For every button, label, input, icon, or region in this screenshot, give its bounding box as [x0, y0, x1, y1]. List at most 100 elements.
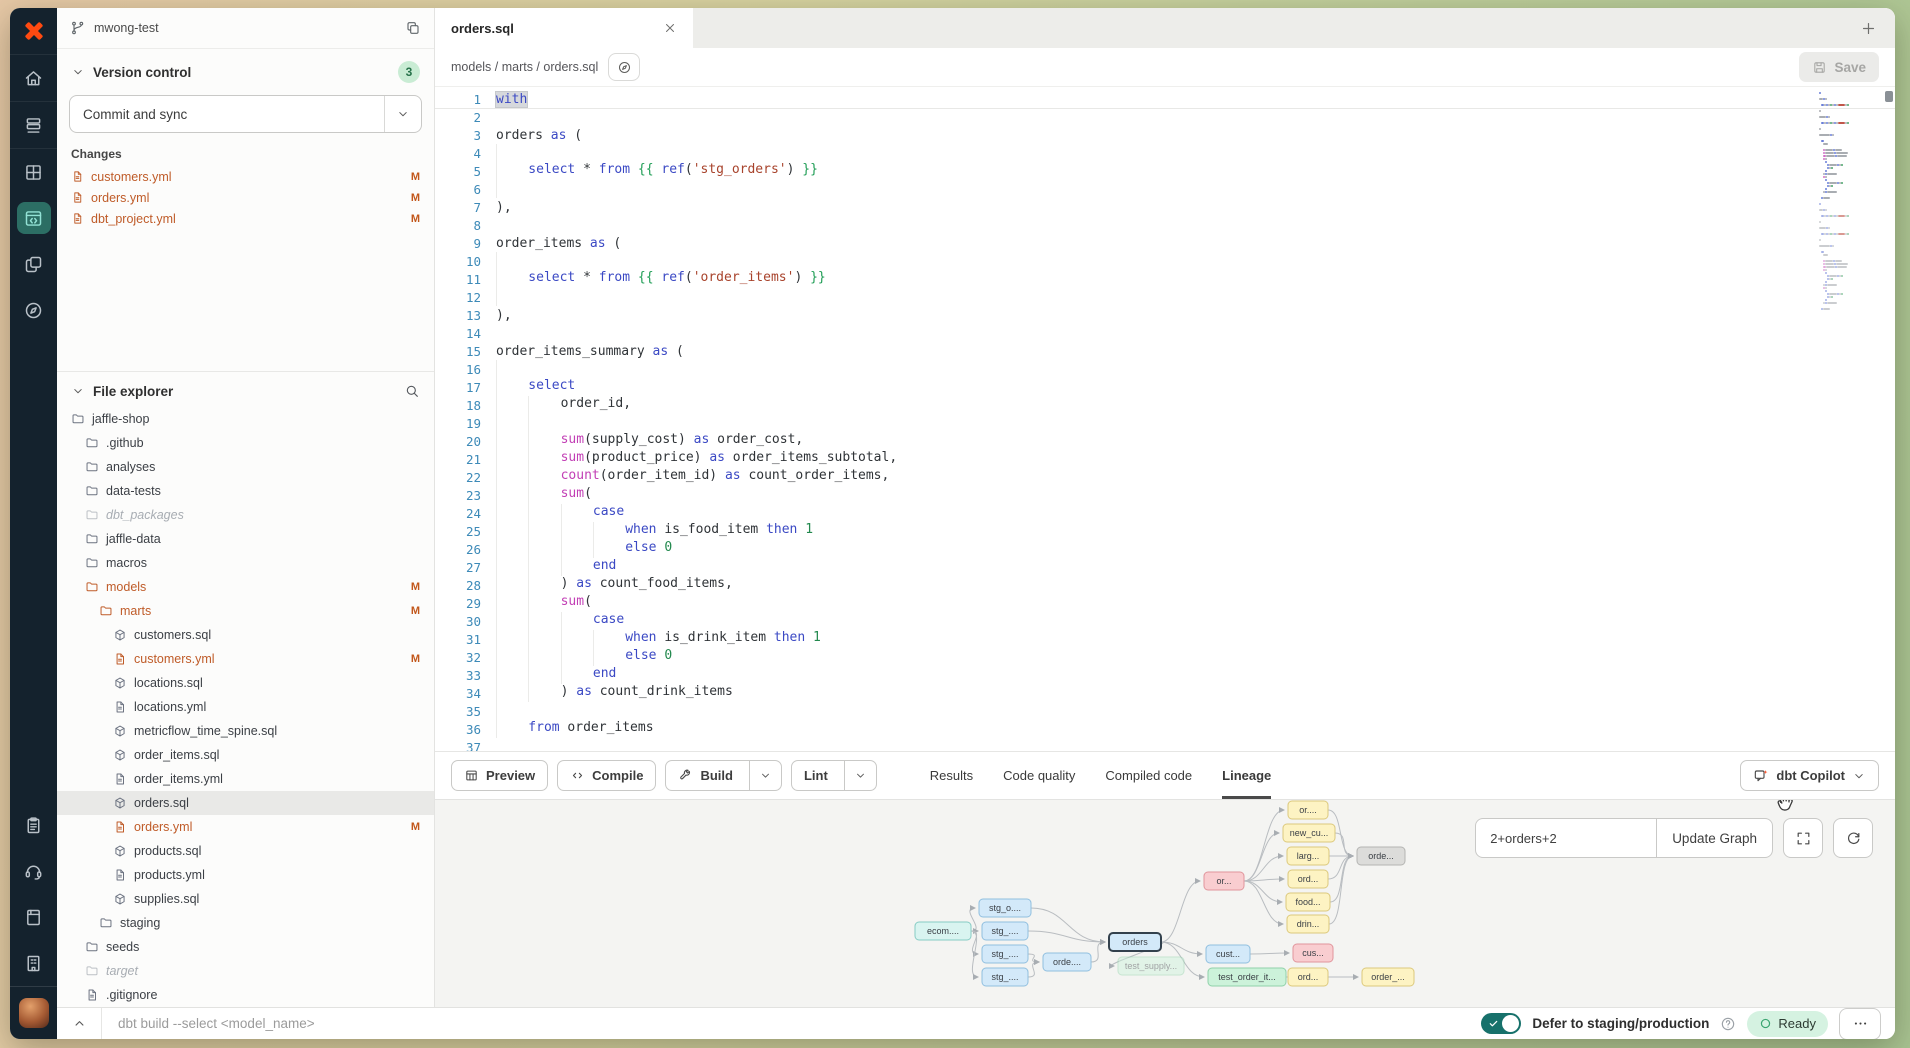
code-line[interactable]: 34) as count_drink_items — [435, 684, 1803, 702]
nav-orchestration[interactable] — [10, 241, 57, 287]
nav-studio-ide[interactable] — [10, 195, 57, 241]
tab-compiled-code[interactable]: Compiled code — [1105, 752, 1192, 799]
code-line[interactable]: 17select — [435, 378, 1803, 396]
lineage-node-stg_o[interactable]: stg_o.... — [979, 899, 1031, 917]
nav-tasks[interactable] — [10, 802, 57, 848]
tree-item-jaffle-data[interactable]: jaffle-data — [57, 527, 434, 551]
tree-item-.gitignore[interactable]: .gitignore — [57, 983, 434, 1007]
code-line[interactable]: 24case — [435, 504, 1803, 522]
changed-file-customers.yml[interactable]: customers.ymlM — [57, 166, 434, 187]
commit-options-dropdown[interactable] — [384, 96, 421, 132]
code-line[interactable]: 8 — [435, 216, 1803, 234]
code-line[interactable]: 31when is_drink_item then 1 — [435, 630, 1803, 648]
lineage-node-ecom[interactable]: ecom.... — [915, 922, 971, 940]
code-line[interactable]: 25when is_food_item then 1 — [435, 522, 1803, 540]
tree-item-staging[interactable]: staging — [57, 911, 434, 935]
tree-item-locations.yml[interactable]: locations.yml — [57, 695, 434, 719]
lineage-node-cus[interactable]: cus... — [1293, 944, 1333, 962]
tree-item-order_items.sql[interactable]: order_items.sql — [57, 743, 434, 767]
changed-file-orders.yml[interactable]: orders.ymlM — [57, 187, 434, 208]
nav-explore[interactable] — [10, 287, 57, 333]
code-line[interactable]: 2 — [435, 108, 1803, 126]
code-line[interactable]: 12 — [435, 288, 1803, 306]
version-control-header[interactable]: Version control 3 — [57, 49, 434, 89]
lineage-node-cust[interactable]: cust... — [1206, 945, 1250, 963]
code-line[interactable]: 29sum( — [435, 594, 1803, 612]
tab-code-quality[interactable]: Code quality — [1003, 752, 1075, 799]
code-line[interactable]: 22count(order_item_id) as count_order_it… — [435, 468, 1803, 486]
tree-item-models[interactable]: modelsM — [57, 575, 434, 599]
scrollbar-thumb[interactable] — [1885, 91, 1893, 102]
lineage-node-ord[interactable]: ord... — [1288, 870, 1328, 888]
code-line[interactable]: 18order_id, — [435, 396, 1803, 414]
tree-item-orders.yml[interactable]: orders.ymlM — [57, 815, 434, 839]
compile-button[interactable]: Compile — [557, 760, 656, 791]
lineage-node-stg_[interactable]: stg_.... — [982, 968, 1028, 986]
tree-item-marts[interactable]: martsM — [57, 599, 434, 623]
code-line[interactable]: 37 — [435, 738, 1803, 751]
tree-item-jaffle-shop[interactable]: jaffle-shop — [57, 407, 434, 431]
copy-icon[interactable] — [405, 20, 421, 36]
tree-item-customers.sql[interactable]: customers.sql — [57, 623, 434, 647]
code-line[interactable]: 32else 0 — [435, 648, 1803, 666]
changed-file-dbt_project.yml[interactable]: dbt_project.ymlM — [57, 208, 434, 229]
code-line[interactable]: 5select * from {{ ref('stg_orders') }} — [435, 162, 1803, 180]
tab-results[interactable]: Results — [930, 752, 973, 799]
nav-environments[interactable] — [10, 101, 57, 148]
new-tab-icon[interactable] — [1860, 20, 1877, 37]
lineage-node-order_[interactable]: order_... — [1362, 968, 1414, 986]
lineage-node-stg_[interactable]: stg_.... — [982, 945, 1028, 963]
tree-item-.github[interactable]: .github — [57, 431, 434, 455]
code-line[interactable]: 28) as count_food_items, — [435, 576, 1803, 594]
lineage-node-drin[interactable]: drin... — [1287, 915, 1329, 933]
code-line[interactable]: 9order_items as ( — [435, 234, 1803, 252]
lineage-node-larg[interactable]: larg... — [1287, 847, 1329, 865]
code-line[interactable]: 36from order_items — [435, 720, 1803, 738]
user-avatar[interactable] — [19, 998, 49, 1028]
tree-item-products.sql[interactable]: products.sql — [57, 839, 434, 863]
minimap[interactable] — [1819, 92, 1881, 314]
build-button[interactable]: Build — [665, 760, 782, 791]
lineage-filter-input[interactable]: 2+orders+2 — [1476, 819, 1656, 857]
commit-and-sync-button[interactable]: Commit and sync — [69, 95, 422, 133]
code-line[interactable]: 27end — [435, 558, 1803, 576]
code-line[interactable]: 33end — [435, 666, 1803, 684]
view-lineage-button[interactable] — [608, 53, 640, 81]
code-line[interactable]: 14 — [435, 324, 1803, 342]
tree-item-data-tests[interactable]: data-tests — [57, 479, 434, 503]
nav-dbt-logo[interactable] — [10, 8, 57, 54]
lineage-node-test_supply[interactable]: test_supply... — [1118, 957, 1184, 975]
code-line[interactable]: 3orders as ( — [435, 126, 1803, 144]
search-icon[interactable] — [404, 383, 420, 399]
lineage-node-orde[interactable]: orde.... — [1043, 953, 1091, 971]
refresh-graph-button[interactable] — [1833, 818, 1873, 858]
tree-item-metricflow_time_spine.sql[interactable]: metricflow_time_spine.sql — [57, 719, 434, 743]
defer-toggle[interactable] — [1481, 1013, 1521, 1034]
code-line[interactable]: 20sum(supply_cost) as order_cost, — [435, 432, 1803, 450]
fullscreen-button[interactable] — [1783, 818, 1823, 858]
code-line[interactable]: 19 — [435, 414, 1803, 432]
code-line[interactable]: 11select * from {{ ref('order_items') }} — [435, 270, 1803, 288]
code-line[interactable]: 10 — [435, 252, 1803, 270]
code-line[interactable]: 30case — [435, 612, 1803, 630]
nav-support[interactable] — [10, 848, 57, 894]
code-line[interactable]: 15order_items_summary as ( — [435, 342, 1803, 360]
dbt-copilot-button[interactable]: dbt Copilot — [1740, 760, 1879, 791]
tree-item-order_items.yml[interactable]: order_items.yml — [57, 767, 434, 791]
file-explorer-header[interactable]: File explorer — [57, 371, 434, 407]
command-input[interactable]: dbt build --select <model_name> — [102, 1016, 315, 1031]
lineage-node-or[interactable]: or... — [1204, 872, 1244, 890]
code-line[interactable]: 23sum( — [435, 486, 1803, 504]
tree-item-orders.sql[interactable]: orders.sql — [57, 791, 434, 815]
nav-organization[interactable] — [10, 940, 57, 986]
code-line[interactable]: 26else 0 — [435, 540, 1803, 558]
tab-lineage[interactable]: Lineage — [1222, 752, 1271, 799]
code-lines[interactable]: 1with23orders as (45select * from {{ ref… — [435, 90, 1803, 751]
build-options-dropdown[interactable] — [749, 761, 781, 790]
lineage-panel[interactable]: ecom....stg_o....stg_....stg_....stg_...… — [435, 799, 1895, 1007]
help-icon[interactable] — [1720, 1016, 1736, 1032]
lint-button[interactable]: Lint — [791, 760, 877, 791]
tab-orders-sql[interactable]: orders.sql — [435, 8, 693, 48]
code-line[interactable]: 13), — [435, 306, 1803, 324]
tree-item-target[interactable]: target — [57, 959, 434, 983]
